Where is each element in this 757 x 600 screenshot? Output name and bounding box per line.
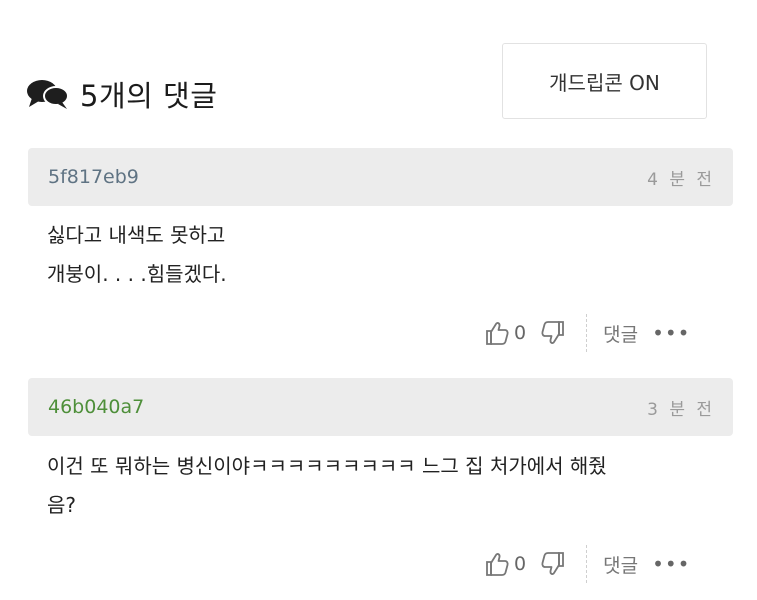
comment-actions: 0 댓글 ••• [484,545,690,583]
comment-header: 46b040a7 3 분 전 [28,378,733,436]
reply-button[interactable]: 댓글 [603,320,638,347]
comment-body: 싫다고 내색도 못하고 개붕이. . . .힘들겠다. [47,216,727,294]
comment-body-line: 음? [47,493,77,517]
like-button[interactable] [484,551,510,577]
gif-icon-toggle-button[interactable]: 개드립콘 ON [502,43,707,119]
reply-button[interactable]: 댓글 [603,551,638,578]
action-divider [586,314,588,352]
thumbs-up-icon [486,322,509,345]
comment-author[interactable]: 46b040a7 [48,396,144,418]
more-options-icon[interactable]: ••• [652,321,690,345]
action-divider [586,545,588,583]
comment-author[interactable]: 5f817eb9 [48,166,139,188]
comments-count-title: 5개의 댓글 [80,79,218,113]
comment-time: 4 분 전 [647,169,715,190]
comment-body-line: 이건 또 뭐하는 병신이야ㅋㅋㅋㅋㅋㅋㅋㅋㅋ 느그 집 처가에서 해줬 [47,454,607,478]
thumbs-down-icon [541,321,564,344]
thumbs-up-icon [486,553,509,576]
dislike-button[interactable] [540,320,566,346]
comment-actions: 0 댓글 ••• [484,314,690,352]
dislike-button[interactable] [540,551,566,577]
like-button[interactable] [484,320,510,346]
thumbs-down-icon [541,552,564,575]
like-count: 0 [514,553,527,575]
comments-header: 5개의 댓글 [26,72,217,116]
comments-icon [26,77,70,111]
comment-body-line: 싫다고 내색도 못하고 [47,223,226,247]
more-options-icon[interactable]: ••• [652,552,690,576]
like-count: 0 [514,322,527,344]
comment-body: 이건 또 뭐하는 병신이야ㅋㅋㅋㅋㅋㅋㅋㅋㅋ 느그 집 처가에서 해줬 음? [47,447,727,525]
comment-body-line: 개붕이. . . .힘들겠다. [47,262,227,286]
comment-header: 5f817eb9 4 분 전 [28,148,733,206]
comment-time: 3 분 전 [647,399,715,420]
